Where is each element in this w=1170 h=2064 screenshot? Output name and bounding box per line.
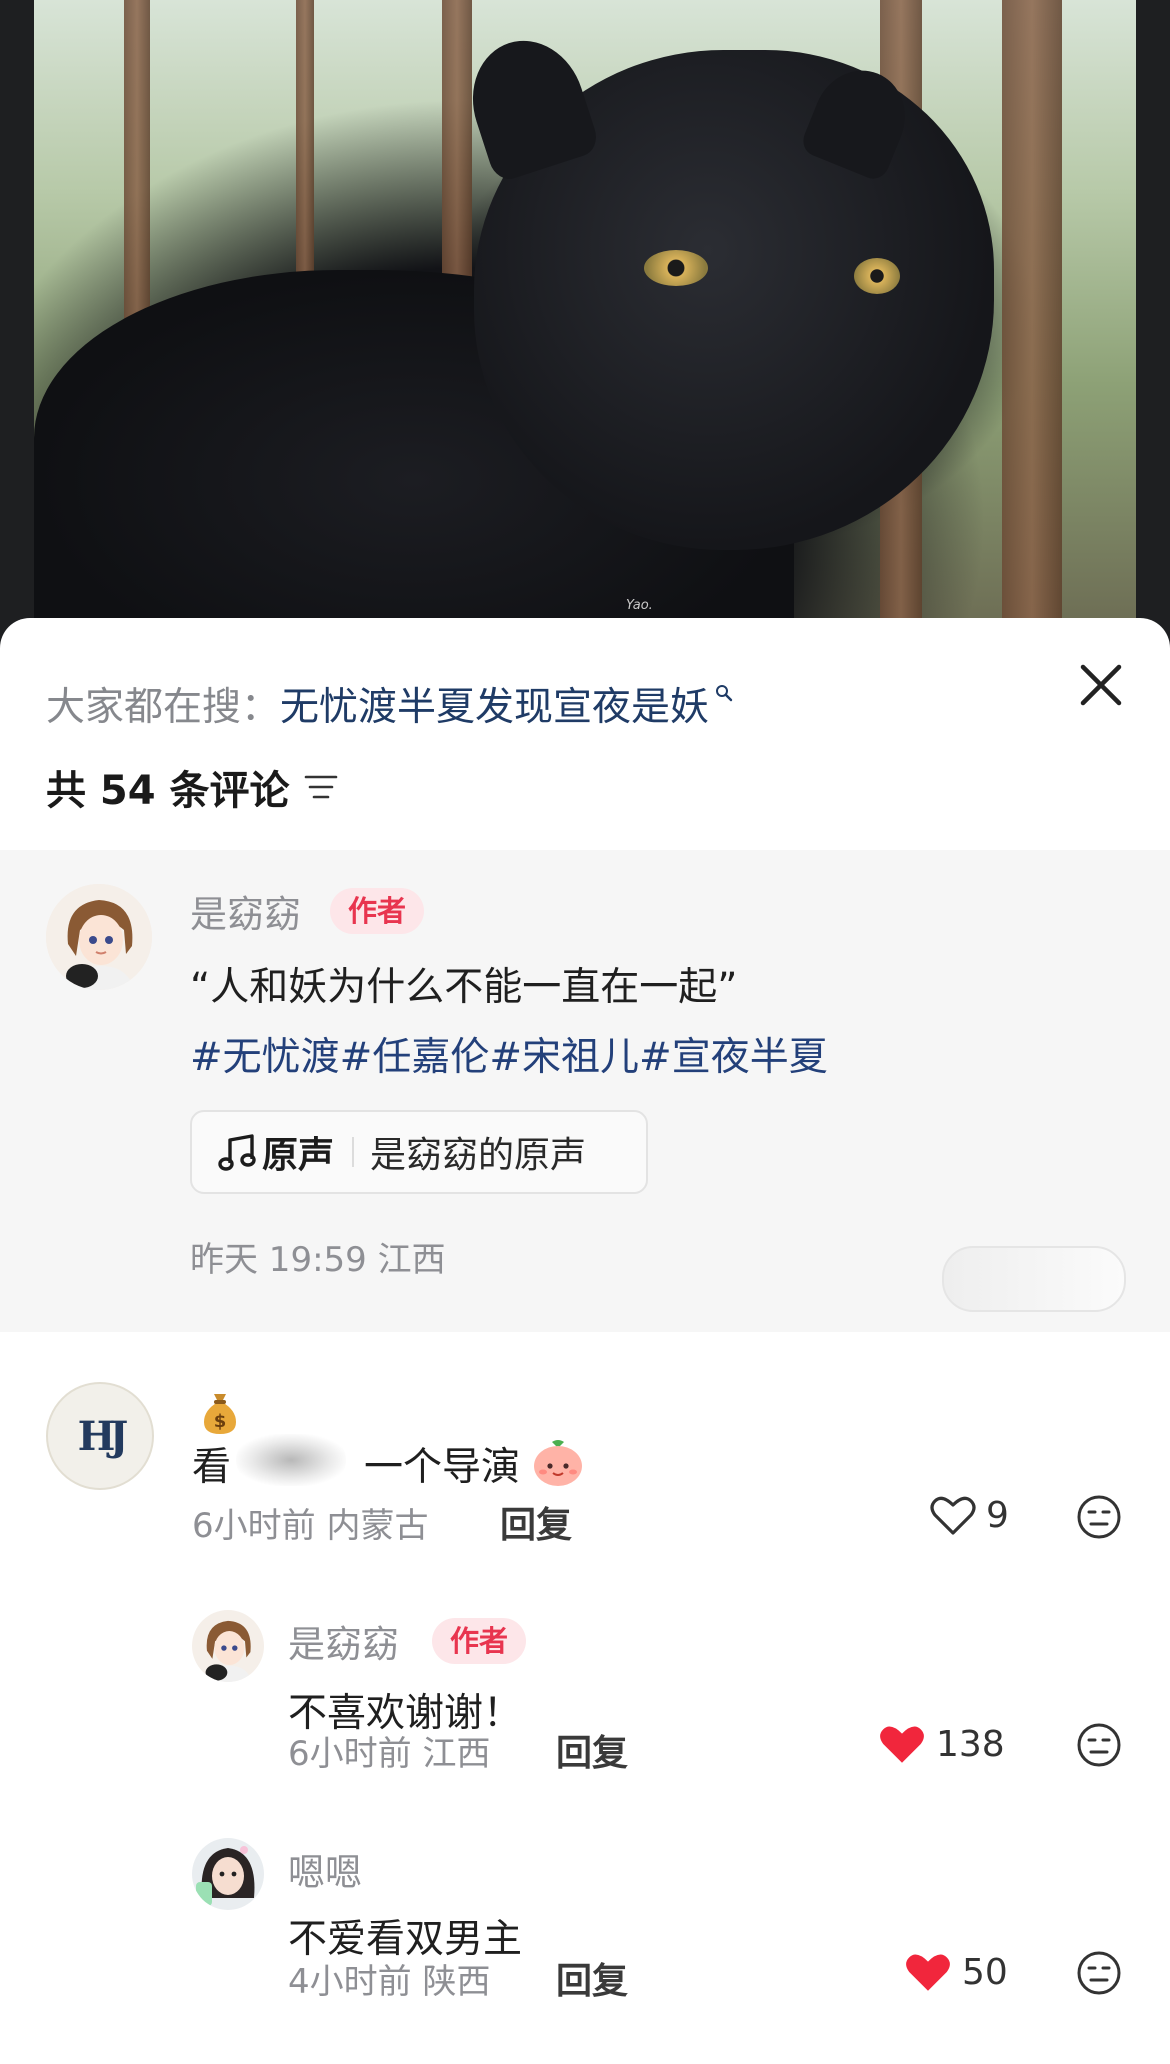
heart-filled-icon: [880, 1726, 924, 1763]
comment-text-end: 一个导演: [364, 1445, 521, 1490]
trending-search-term[interactable]: 无忧渡半夏发现宣夜是妖: [280, 676, 709, 732]
like-button[interactable]: 9: [930, 1494, 1009, 1536]
music-note-icon: [218, 1134, 256, 1171]
sound-name: 是窈窈的原声: [370, 1135, 587, 1176]
close-button[interactable]: [1078, 662, 1124, 708]
image-watermark: Yao.: [626, 598, 653, 613]
trending-search-row[interactable]: 大家都在搜： 无忧渡半夏发现宣夜是妖: [46, 676, 733, 732]
moneybag-icon: $: [204, 1394, 236, 1434]
close-icon: [1080, 664, 1122, 706]
like-button[interactable]: 50: [904, 1950, 1008, 1994]
girl-photo-avatar-icon: [192, 1838, 264, 1910]
search-icon: [715, 684, 733, 702]
like-count: 9: [986, 1494, 1009, 1536]
sort-icon[interactable]: [304, 773, 338, 801]
panther-ear: [456, 26, 602, 184]
author-name[interactable]: 是窈窈: [190, 884, 301, 938]
reply-meta: 4小时前 陕西: [288, 1962, 491, 2002]
post-hashtags[interactable]: #无忧渡#任嘉伦#宋祖儿#宣夜半夏: [190, 1026, 828, 1082]
like-button[interactable]: 138: [878, 1722, 1005, 1766]
avatar[interactable]: HJ: [46, 1382, 154, 1490]
anime-girl-avatar-icon: [46, 884, 152, 990]
comment-count-label: 共 54 条评论: [46, 768, 290, 814]
author-post-card: 是窈窈 作者 “人和妖为什么不能一直在一起” #无忧渡#任嘉伦#宋祖儿#宣夜半夏…: [0, 850, 1170, 1332]
panther-head: [456, 26, 994, 550]
post-meta: 昨天 19:59 江西: [190, 1240, 446, 1280]
avatar[interactable]: [46, 884, 152, 990]
trending-search-prefix: 大家都在搜：: [46, 685, 281, 730]
reply-author-name[interactable]: 是窈窈: [288, 1614, 399, 1668]
comment-text-start: 看: [192, 1445, 232, 1490]
comment-meta: 6小时前 内蒙古: [192, 1506, 429, 1546]
reply-meta: 6小时前 江西: [288, 1734, 491, 1774]
heart-outline-icon: [930, 1496, 976, 1535]
author-badge: 作者: [330, 888, 425, 934]
dislike-face-icon[interactable]: [1076, 1722, 1122, 1768]
author-badge: 作者: [432, 1618, 527, 1664]
dislike-face-icon[interactable]: [1076, 1950, 1122, 1996]
original-sound-chip[interactable]: 原声 是窈窈的原声: [190, 1110, 648, 1194]
divider: [352, 1137, 355, 1167]
comments-sheet: 大家都在搜： 无忧渡半夏发现宣夜是妖 共 54 条评论 是窈窈 作者 “人和妖为…: [0, 618, 1170, 2064]
peach-emoji-icon: [534, 1440, 582, 1486]
blurred-pill-button[interactable]: [942, 1246, 1126, 1312]
dislike-face-icon[interactable]: [1076, 1494, 1122, 1540]
reply-button[interactable]: 回复: [556, 1724, 628, 1776]
avatar-monogram: HJ: [77, 1412, 129, 1460]
avatar[interactable]: [192, 1838, 264, 1910]
panther-eye: [854, 258, 900, 294]
heart-filled-icon: [906, 1954, 950, 1991]
panther-eye: [644, 250, 708, 286]
reply-button[interactable]: 回复: [500, 1496, 572, 1548]
sound-label: 原声: [262, 1135, 335, 1176]
blurred-text: [236, 1434, 346, 1486]
avatar[interactable]: [192, 1610, 264, 1682]
anime-girl-avatar-icon: [192, 1610, 264, 1682]
post-caption: “人和妖为什么不能一直在一起”: [190, 965, 738, 1010]
comment-count-row[interactable]: 共 54 条评论: [46, 758, 338, 816]
like-count: 50: [962, 1951, 1008, 1993]
video-cover-image[interactable]: Yao.: [34, 0, 1136, 640]
svg-text:$: $: [214, 1411, 227, 1432]
reply-author-name[interactable]: 嗯嗯: [288, 1842, 362, 1896]
tree-trunk: [1002, 0, 1062, 640]
like-count: 138: [936, 1723, 1005, 1765]
reply-button[interactable]: 回复: [556, 1952, 628, 2004]
